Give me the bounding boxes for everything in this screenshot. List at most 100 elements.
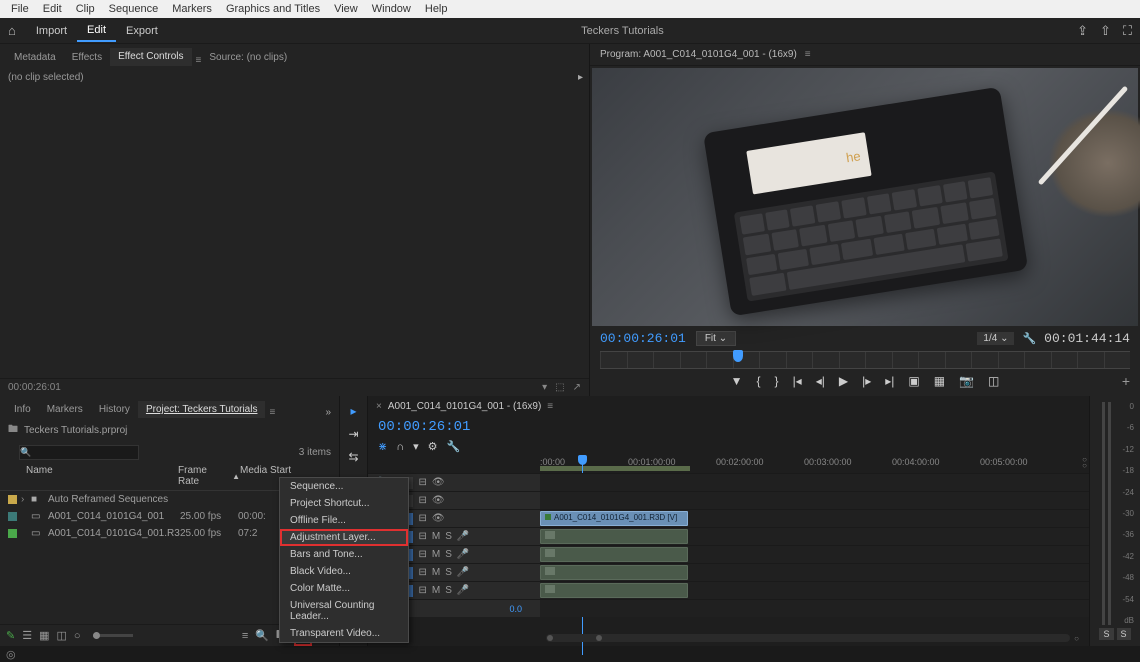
tab-source[interactable]: Source: (no clips) (201, 49, 295, 66)
zoom-out-icon[interactable]: ○ (74, 630, 81, 642)
go-to-in-icon[interactable]: |◂ (793, 374, 802, 388)
freeform-view-icon[interactable]: ◫ (57, 629, 67, 642)
list-view-icon[interactable]: ☰ (22, 629, 32, 642)
audio-clip[interactable] (540, 583, 688, 598)
mix-value[interactable]: 0.0 (509, 604, 522, 614)
seq-close-icon[interactable]: × (376, 401, 382, 412)
filter-icon[interactable]: ▾ (542, 382, 547, 393)
export-frame-icon[interactable]: ↗ (573, 382, 581, 393)
ws-export-tab[interactable]: Export (116, 21, 168, 41)
label-swatch[interactable] (8, 495, 17, 504)
sync-lock-icon[interactable]: ⊟ (418, 567, 426, 578)
settings-icon[interactable]: 🔧 (1022, 332, 1036, 345)
home-icon[interactable]: ⌂ (8, 23, 16, 38)
scroll-bullet[interactable]: ○ (1074, 634, 1079, 643)
track-content[interactable]: A001_C014_0101G4_001.R3D [V] (540, 510, 1089, 527)
col-framerate[interactable]: Frame Rate (178, 465, 229, 487)
tab-project[interactable]: Project: Teckers Tutorials (138, 401, 266, 418)
snap-icon[interactable]: ⋇ (378, 440, 387, 453)
in-out-icon[interactable]: ⬚ (555, 382, 564, 393)
label-swatch[interactable] (8, 529, 17, 538)
menu-clip[interactable]: Clip (69, 3, 102, 15)
menu-item-color-matte-[interactable]: Color Matte... (280, 580, 408, 597)
mark-in-icon[interactable]: { (757, 374, 761, 388)
tab-effects[interactable]: Effects (64, 49, 110, 66)
sync-lock-icon[interactable]: ⊟ (418, 549, 426, 560)
menu-item-black-video-[interactable]: Black Video... (280, 563, 408, 580)
menu-item-universal-counting-leader-[interactable]: Universal Counting Leader... (280, 597, 408, 625)
solo-icon[interactable]: S (445, 567, 452, 578)
program-video-preview[interactable]: he (592, 68, 1138, 326)
menu-edit[interactable]: Edit (36, 3, 69, 15)
play-icon[interactable]: ▶ (839, 374, 848, 388)
work-area-bar[interactable] (540, 466, 690, 471)
more-tabs-icon[interactable]: » (317, 407, 339, 418)
linked-sel-icon[interactable]: ∩ (396, 441, 404, 453)
zoom-fit-dropdown[interactable]: Fit ⌄ (696, 331, 736, 346)
eye-icon[interactable]: 👁 (432, 495, 445, 506)
solo-left[interactable]: S (1099, 628, 1113, 640)
menu-view[interactable]: View (327, 3, 365, 15)
menu-item-offline-file-[interactable]: Offline File... (280, 512, 408, 529)
icon-view-icon[interactable]: ▦ (39, 629, 49, 642)
add-marker-icon[interactable]: ▼ (731, 374, 743, 388)
sequence-name[interactable]: A001_C014_0101G4_001 - (16x9) (388, 401, 541, 412)
menu-markers[interactable]: Markers (165, 3, 219, 15)
twirl-icon[interactable]: › (21, 494, 31, 505)
eye-icon[interactable]: 👁 (432, 477, 445, 488)
track-content[interactable] (540, 492, 1089, 509)
track-content[interactable] (540, 546, 1089, 563)
ws-import-tab[interactable]: Import (26, 21, 77, 41)
comparison-icon[interactable]: ◫ (988, 374, 999, 388)
step-fwd-icon[interactable]: |▸ (862, 374, 871, 388)
audio-clip[interactable] (540, 565, 688, 580)
wrench-icon[interactable]: 🔧 (447, 440, 461, 453)
thumb-size-slider[interactable] (93, 634, 133, 637)
eye-icon[interactable]: 👁 (432, 513, 445, 524)
export-frame-icon[interactable]: 📷 (959, 374, 974, 388)
fullscreen-icon[interactable]: ⛶ (1123, 23, 1132, 39)
mute-icon[interactable]: M (432, 585, 440, 596)
mute-icon[interactable]: M (432, 549, 440, 560)
track-content[interactable] (540, 600, 1089, 617)
menu-help[interactable]: Help (418, 3, 455, 15)
sync-lock-icon[interactable]: ⊟ (418, 513, 426, 524)
tab-markers[interactable]: Markers (39, 401, 91, 418)
audio-clip[interactable] (540, 547, 688, 562)
sort-icon[interactable]: ≡ (242, 630, 248, 642)
video-clip[interactable]: A001_C014_0101G4_001.R3D [V] (540, 511, 688, 526)
solo-right[interactable]: S (1117, 628, 1131, 640)
voiceover-icon[interactable]: 🎤 (457, 567, 469, 578)
playback-res-dropdown[interactable]: 1/4 ⌄ (977, 332, 1014, 345)
audio-clip[interactable] (540, 529, 688, 544)
cc-icon[interactable]: ◎ (6, 648, 16, 661)
ws-edit-tab[interactable]: Edit (77, 20, 116, 42)
quick-export-icon[interactable]: ⇪ (1077, 23, 1088, 39)
mute-icon[interactable]: M (432, 567, 440, 578)
step-back-icon[interactable]: ◂| (816, 374, 825, 388)
settings-icon[interactable]: ⚙ (428, 440, 438, 453)
extract-icon[interactable]: ▦ (934, 374, 945, 388)
label-swatch[interactable] (8, 512, 17, 521)
menu-item-transparent-video-[interactable]: Transparent Video... (280, 625, 408, 642)
program-panel-menu-icon[interactable]: ≡ (805, 49, 811, 60)
sync-lock-icon[interactable]: ⊟ (418, 585, 426, 596)
mark-out-icon[interactable]: } (775, 374, 779, 388)
ripple-tool-icon[interactable]: ⇆ (348, 450, 358, 464)
sync-lock-icon[interactable]: ⊟ (418, 477, 426, 488)
toggle-timeline-icon[interactable]: ▸ (578, 72, 583, 83)
mute-icon[interactable]: M (432, 531, 440, 542)
sort-asc-icon[interactable]: ▲ (232, 472, 240, 481)
track-content[interactable] (540, 528, 1089, 545)
menu-item-adjustment-layer-[interactable]: Adjustment Layer... (280, 529, 408, 546)
voiceover-icon[interactable]: 🎤 (457, 531, 469, 542)
col-name[interactable]: Name (8, 465, 178, 487)
timeline-timecode[interactable]: 00:00:26:01 (378, 419, 470, 435)
tab-history[interactable]: History (91, 401, 138, 418)
lift-icon[interactable]: ▣ (908, 374, 919, 388)
selection-tool-icon[interactable]: ▸ (350, 404, 356, 418)
program-scrubber[interactable] (600, 351, 1130, 369)
solo-icon[interactable]: S (445, 585, 452, 596)
project-search-input[interactable] (19, 445, 139, 460)
marker-icon[interactable]: ▾ (413, 440, 419, 453)
